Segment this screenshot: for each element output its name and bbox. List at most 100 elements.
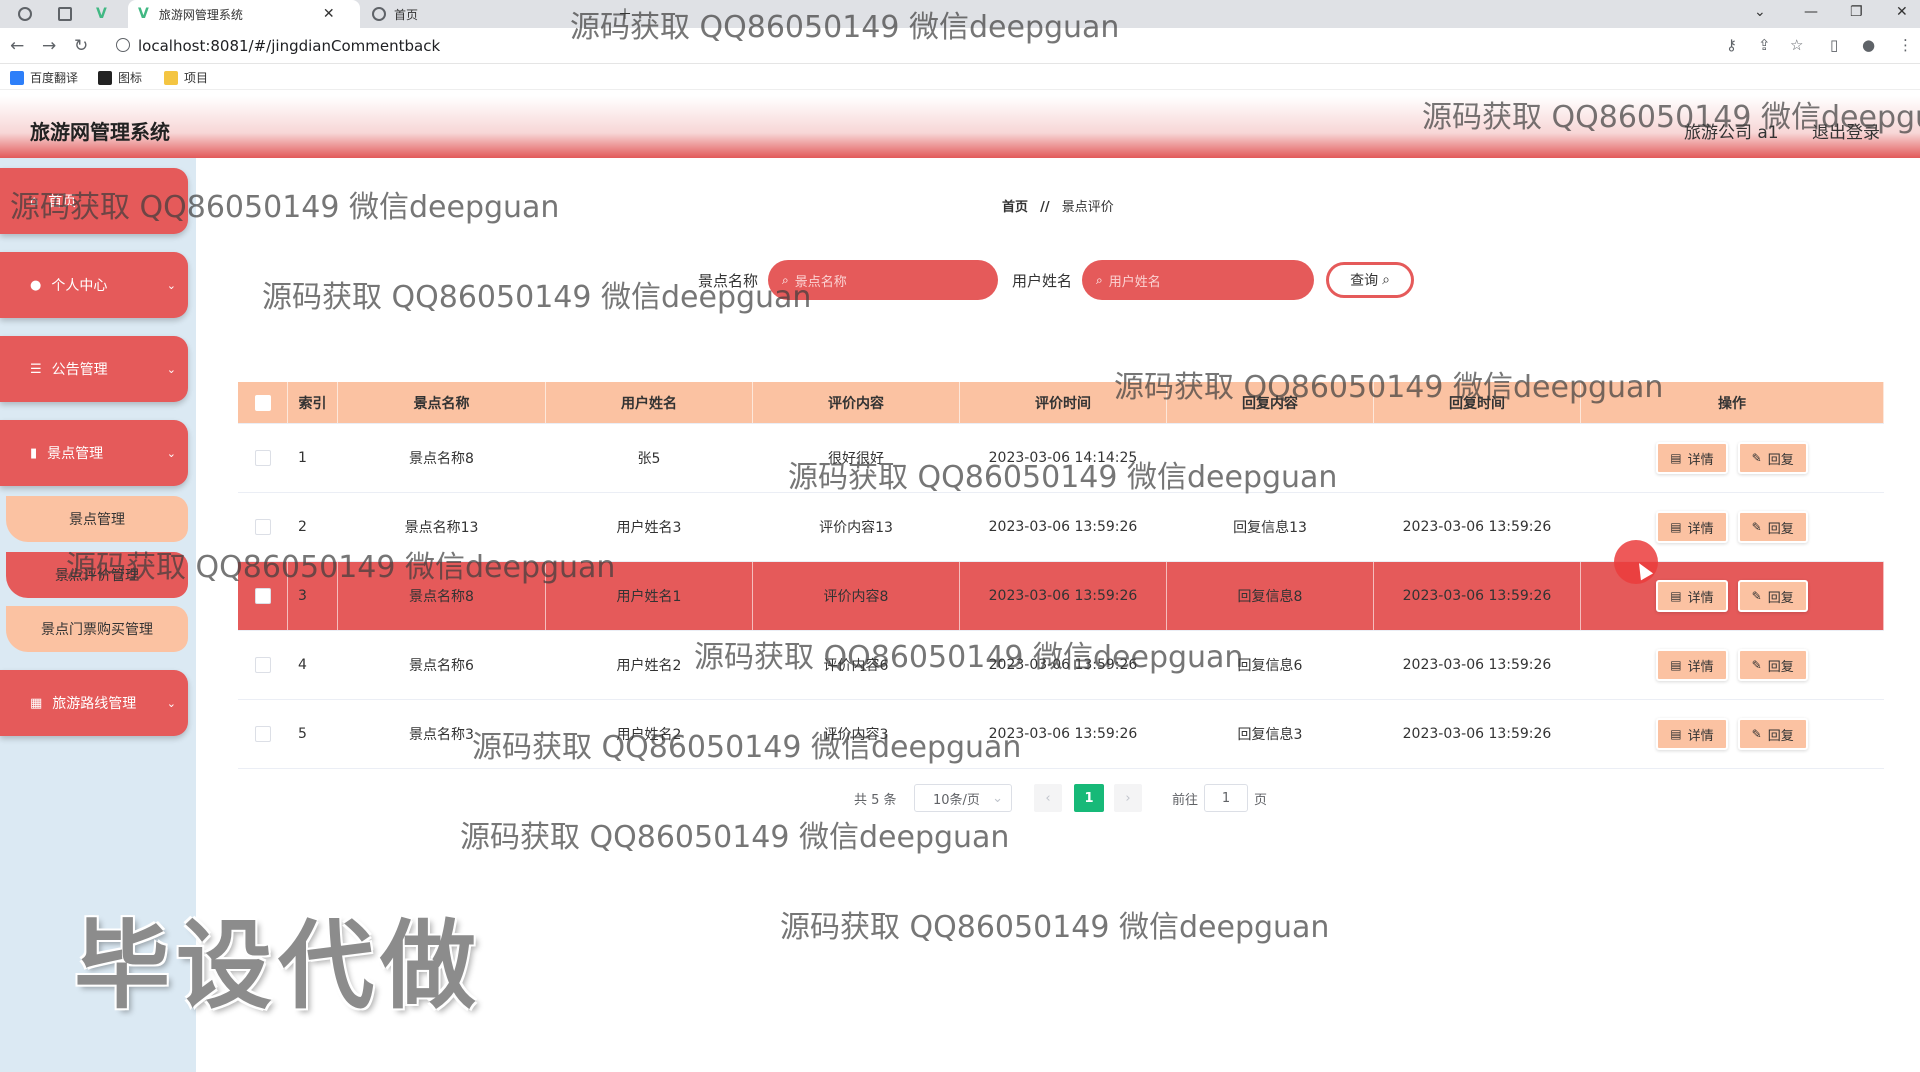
reply-button[interactable]: ✎ 回复 [1737, 580, 1808, 612]
edit-icon: ✎ [1751, 520, 1762, 534]
bookmarks-bar: 百度翻译 图标 项目 [0, 64, 1920, 90]
new-tab-icon[interactable]: ＋ [618, 4, 632, 24]
share-icon[interactable]: ⇪ [1758, 36, 1771, 54]
row-checkbox[interactable] [254, 588, 271, 604]
app-title: 旅游网管理系统 [30, 120, 170, 144]
header-scenic: 景点名称 [338, 382, 546, 423]
sidebar-item-home[interactable]: ⌂ 首页 [0, 168, 188, 234]
forward-icon[interactable]: → [42, 36, 56, 56]
detail-label: 详情 [1687, 521, 1714, 537]
cell-content: 很好很好 [753, 424, 960, 492]
breadcrumb-home[interactable]: 首页 [1002, 200, 1028, 215]
close-window-icon[interactable]: ✕ [1896, 4, 1908, 20]
bookmark-icons[interactable]: 图标 [98, 69, 142, 86]
cell-reply-time: 2023-03-06 13:59:26 [1374, 562, 1581, 630]
bookmark-label: 百度翻译 [30, 71, 79, 85]
tab-vue[interactable]: V [96, 0, 117, 28]
tab-chrome[interactable] [18, 0, 40, 28]
bookmark-project[interactable]: 项目 [164, 69, 208, 86]
edit-icon: ✎ [1751, 451, 1762, 465]
sidebar-item-routes[interactable]: ▦ 旅游路线管理 ⌄ [0, 670, 188, 736]
search-icon: ⌕ [1382, 272, 1390, 288]
cell-reply: 回复信息3 [1167, 700, 1374, 768]
pagination-total: 共 5 条 [854, 792, 897, 808]
sidebar-item-profile[interactable]: ● 个人中心 ⌄ [0, 252, 188, 318]
sidepanel-icon[interactable]: ▯ [1830, 36, 1838, 54]
logout-link[interactable]: 退出登录 [1812, 123, 1880, 143]
reply-button[interactable]: ✎ 回复 [1737, 511, 1808, 543]
sidebar-item-notice[interactable]: ☰ 公告管理 ⌄ [0, 336, 188, 402]
reply-label: 回复 [1767, 728, 1794, 744]
detail-button[interactable]: ▤ 详情 [1656, 442, 1728, 474]
chart-icon: ▮ [30, 445, 38, 461]
query-button[interactable]: 查询 ⌕ [1326, 262, 1414, 298]
sidebar-subitem-comments[interactable]: 景点评价管理 [6, 552, 188, 598]
tab-blank[interactable] [58, 0, 80, 28]
tab-admin[interactable]: V 旅游网管理系统 ✕ [128, 0, 360, 28]
info-icon[interactable] [116, 38, 130, 52]
header-reply-time: 回复时间 [1374, 382, 1581, 423]
url-field[interactable]: localhost:8081/#/jingdianCommentback [138, 37, 440, 55]
key-icon[interactable]: ⚷ [1726, 36, 1737, 54]
sidebar-item-label: 旅游路线管理 [52, 696, 137, 712]
reply-button[interactable]: ✎ 回复 [1737, 718, 1808, 750]
chevron-down-icon[interactable]: ⌄ [1754, 4, 1766, 20]
cell-index: 4 [288, 631, 338, 699]
detail-label: 详情 [1687, 452, 1714, 468]
select-all-checkbox[interactable] [254, 394, 271, 411]
prev-page-button[interactable]: ‹ [1034, 784, 1062, 812]
chevron-down-icon: ⌄ [166, 362, 176, 376]
table-row[interactable]: 1 景点名称8 张5 很好很好 2023-03-06 14:14:25 ▤ 详情 ✎ 回复 [238, 424, 1884, 493]
goto-suffix: 页 [1254, 792, 1268, 808]
detail-button[interactable]: ▤ 详情 [1656, 580, 1728, 612]
reload-icon[interactable]: ↻ [74, 36, 88, 56]
user-search-input[interactable]: ⌕ 用户姓名 [1082, 260, 1315, 300]
star-icon[interactable]: ☆ [1790, 36, 1803, 54]
menu-icon[interactable]: ⋮ [1898, 36, 1913, 54]
table-row[interactable]: 5 景点名称3 用户姓名2 评价内容3 2023-03-06 13:59:26 回复信息3… [238, 700, 1884, 769]
tab-home[interactable]: 首页 [372, 0, 418, 28]
row-checkbox[interactable] [254, 450, 271, 466]
chevron-down-icon: ⌄ [166, 696, 176, 710]
cell-reply-time: 2023-03-06 13:59:26 [1374, 700, 1581, 768]
detail-button[interactable]: ▤ 详情 [1656, 649, 1728, 681]
detail-label: 详情 [1687, 659, 1714, 675]
row-checkbox[interactable] [254, 519, 271, 535]
cell-index: 1 [288, 424, 338, 492]
back-icon[interactable]: ← [10, 36, 24, 56]
row-checkbox[interactable] [254, 657, 271, 673]
sidebar-item-label: 个人中心 [51, 278, 108, 294]
bookmark-translate[interactable]: 百度翻译 [10, 69, 78, 86]
cell-content: 评价内容3 [753, 700, 960, 768]
breadcrumb-separator: // [1040, 200, 1050, 215]
sidebar-item-scenic[interactable]: ▮ 景点管理 ⌄ [0, 420, 188, 486]
scenic-search-input[interactable]: ⌕ 景点名称 [768, 260, 999, 300]
restore-icon[interactable]: ❐ [1850, 4, 1863, 20]
cell-user: 用户姓名2 [546, 631, 753, 699]
user-label: 用户姓名 [1012, 271, 1073, 290]
close-icon[interactable]: ✕ [323, 6, 335, 22]
next-page-button[interactable]: › [1114, 784, 1142, 812]
cell-time: 2023-03-06 14:14:25 [960, 424, 1167, 492]
goto-page-input[interactable]: 1 [1204, 784, 1248, 812]
cell-scenic: 景点名称6 [338, 631, 546, 699]
reply-button[interactable]: ✎ 回复 [1737, 442, 1808, 474]
reply-button[interactable]: ✎ 回复 [1737, 649, 1808, 681]
detail-button[interactable]: ▤ 详情 [1656, 511, 1728, 543]
table-row[interactable]: 4 景点名称6 用户姓名2 评价内容6 2023-03-06 13:59:26 回复信息6… [238, 631, 1884, 700]
minimize-icon[interactable]: — [1804, 4, 1818, 20]
current-page[interactable]: 1 [1074, 784, 1104, 812]
sidebar-subitem-scenic[interactable]: 景点管理 [6, 496, 188, 542]
watermark: 源码获取 QQ86050149 微信deepguan [460, 820, 1010, 855]
detail-button[interactable]: ▤ 详情 [1656, 718, 1728, 750]
search-icon: ⌕ [1096, 272, 1103, 287]
cell-scenic: 景点名称8 [338, 424, 546, 492]
image-icon [98, 70, 112, 85]
chevron-down-icon: ⌄ [992, 790, 1003, 806]
profile-icon[interactable]: ● [1862, 36, 1875, 54]
header-user: 用户姓名 [546, 382, 753, 423]
row-checkbox[interactable] [254, 726, 271, 742]
page-size-select[interactable]: 10条/页 ⌄ [914, 784, 1012, 812]
cell-index: 3 [288, 562, 338, 630]
sidebar-subitem-tickets[interactable]: 景点门票购买管理 [6, 606, 188, 652]
